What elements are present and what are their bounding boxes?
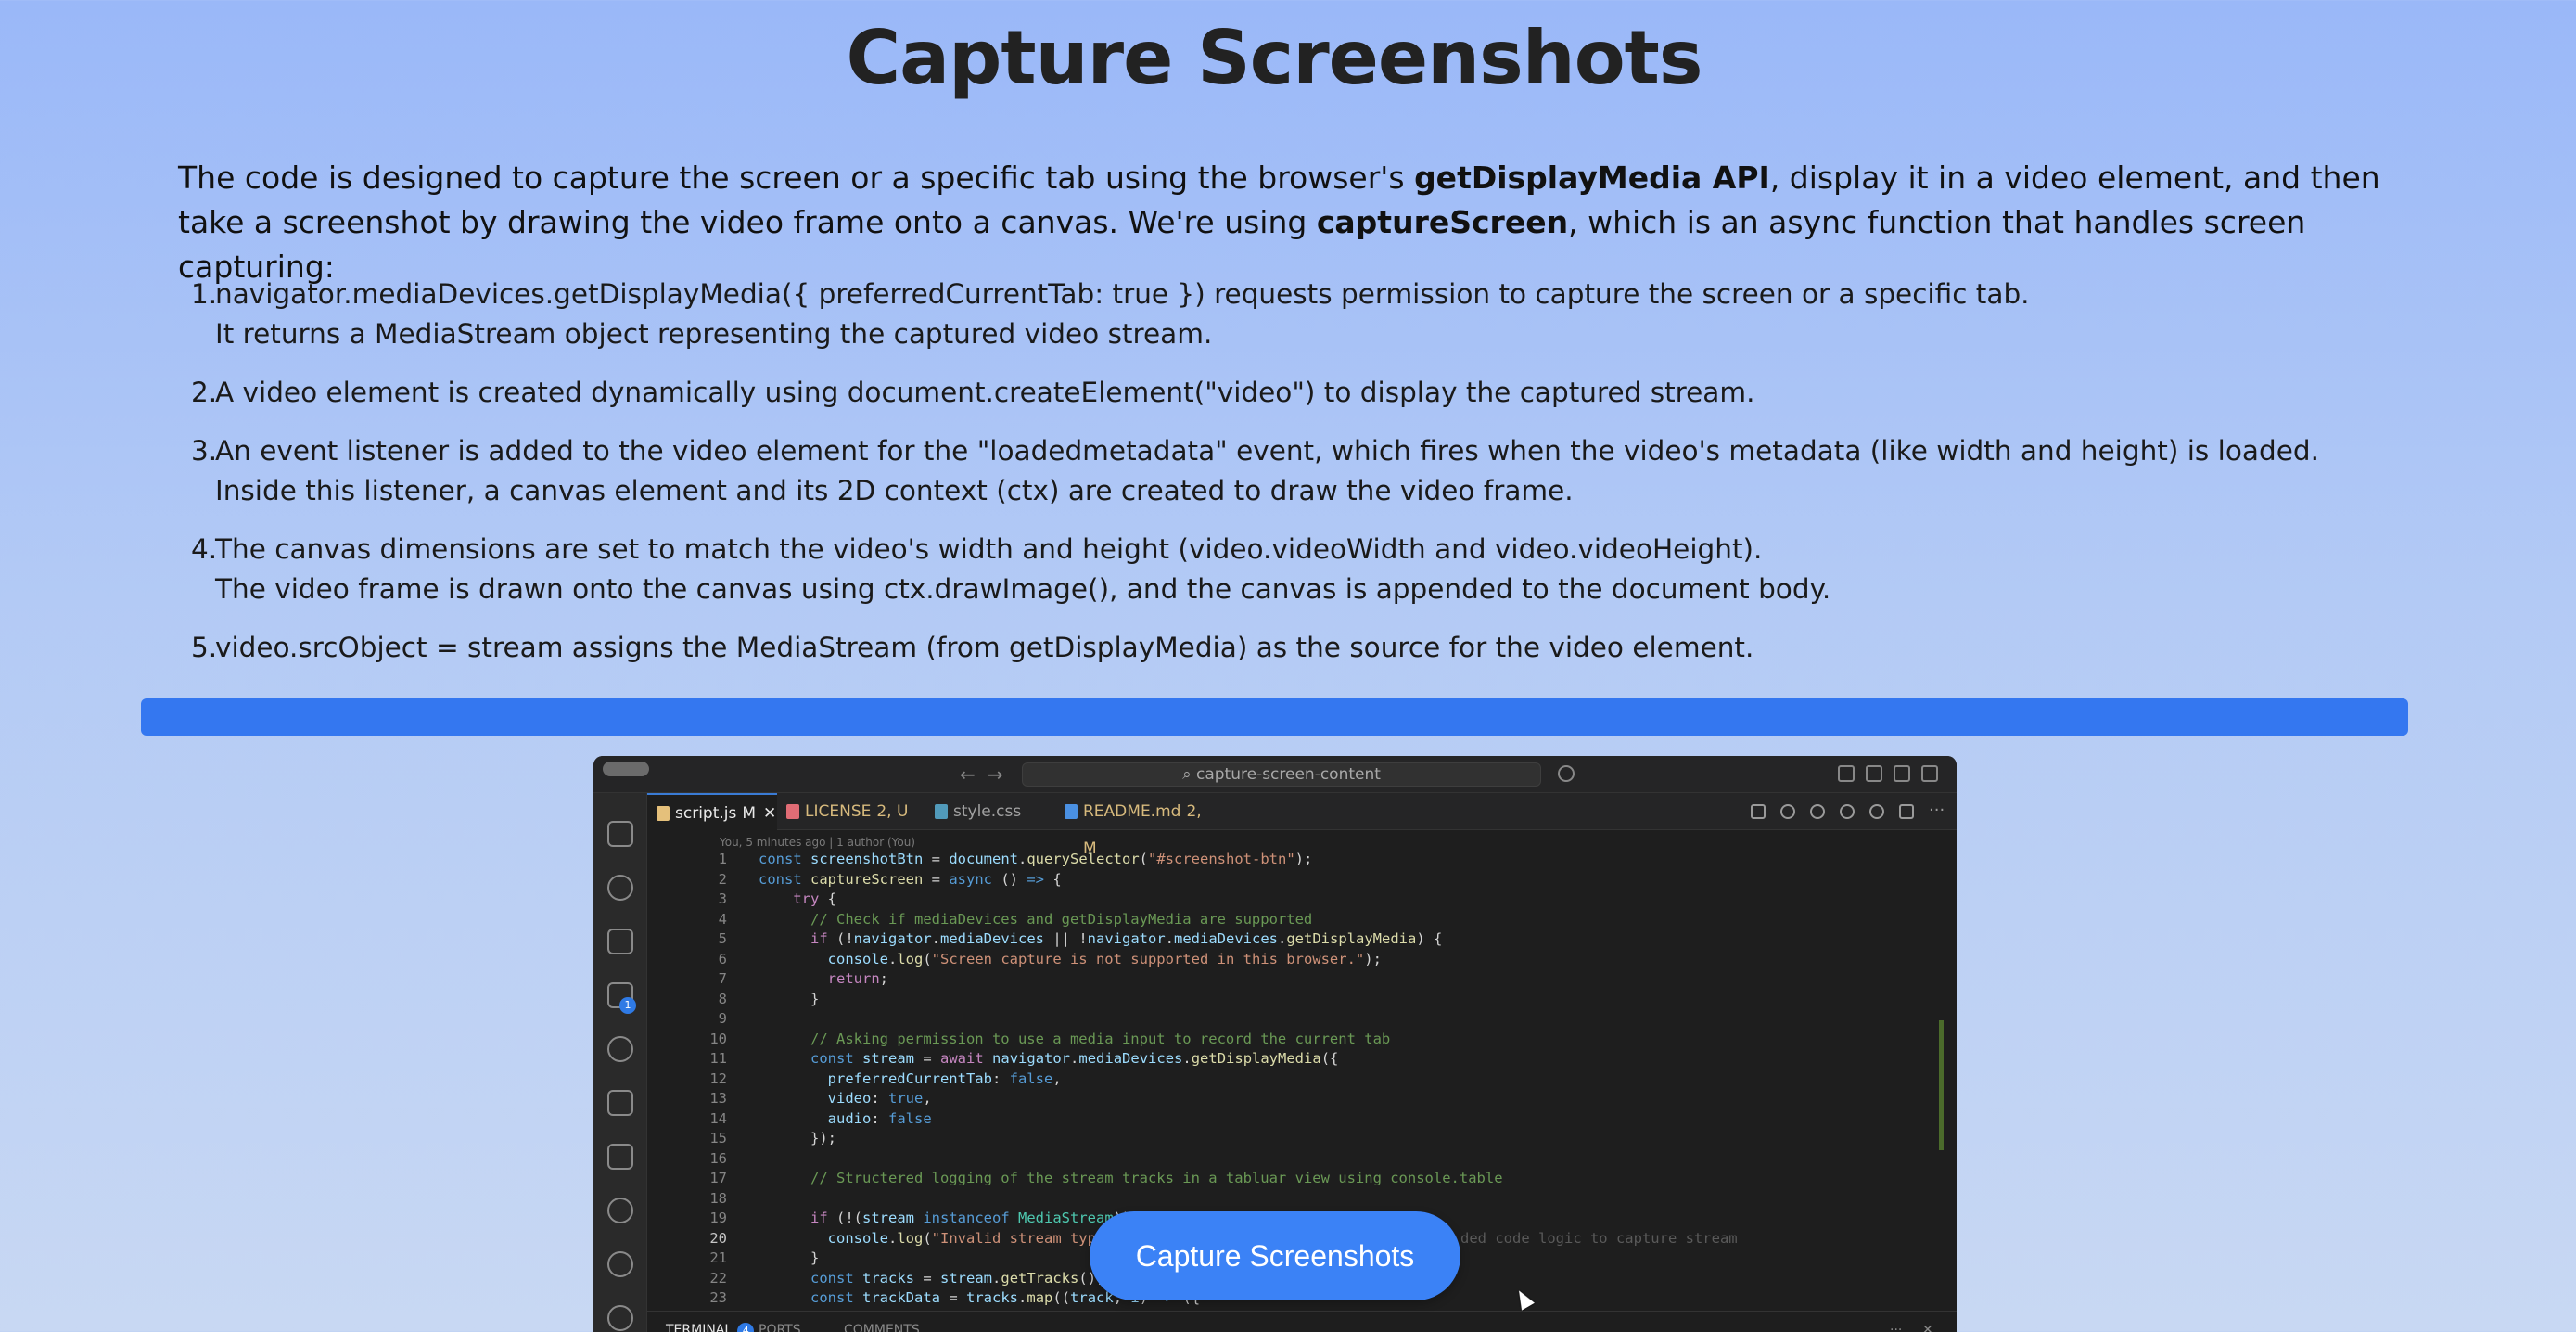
- page-title: Capture Screenshots: [846, 15, 1702, 101]
- file-type-icon: [657, 806, 670, 821]
- tab-comments: COMMENTS: [844, 1323, 920, 1332]
- step-number: 3.: [191, 435, 218, 467]
- terminal-badge: 4: [737, 1323, 755, 1332]
- editor-tab: style.css: [925, 793, 1055, 830]
- file-type-icon: [1065, 804, 1078, 819]
- step-text: An event listener is added to the video …: [215, 435, 2319, 467]
- edge-icon: [607, 1251, 633, 1277]
- step-number: 1.: [191, 278, 218, 310]
- forward-arrow-icon: →: [988, 763, 1003, 786]
- file-type-icon: [786, 804, 799, 819]
- explorer-icon: [607, 821, 633, 847]
- capture-screenshots-button[interactable]: Capture Screenshots: [1090, 1211, 1460, 1300]
- sidebar-toggle-icon: [1866, 765, 1882, 782]
- step-item: 3. An event listener is added to the vide…: [178, 431, 2441, 511]
- more-actions-icon: ···: [1929, 800, 1945, 820]
- extensions-badge: 1: [619, 997, 636, 1014]
- git-graph-icon: [607, 1198, 633, 1223]
- step-item: 2. A video element is created dynamically…: [178, 373, 2441, 413]
- steps-list: 1. navigator.mediaDevices.getDisplayMedia…: [178, 275, 2441, 686]
- intro-bold-capturescreen: captureScreen: [1316, 204, 1569, 240]
- tab-label: style.css: [953, 802, 1022, 821]
- tab-status: M: [742, 804, 757, 823]
- tab-close-icon: ✕: [763, 804, 777, 823]
- step-text: It returns a MediaStream object represen…: [215, 318, 1213, 350]
- tab-ports: PORTS: [759, 1323, 801, 1332]
- step-item: 4. The canvas dimensions are set to match…: [178, 530, 2441, 609]
- editor-tab: script.js M ✕: [647, 793, 777, 830]
- intro-bold-api: getDisplayMedia API: [1414, 160, 1770, 196]
- python-icon: [607, 1090, 633, 1116]
- panel-more-icon: ···: [1890, 1323, 1903, 1332]
- copilot-icon: [1558, 765, 1575, 782]
- compare-icon: [1751, 804, 1766, 819]
- remote-icon: [607, 1036, 633, 1062]
- history-icon: [1780, 804, 1795, 819]
- step-text: Inside this listener, a canvas element a…: [215, 475, 1574, 506]
- previous-change-icon: [1810, 804, 1825, 819]
- panel-tabs: TERMINAL 4 PORTS COMMENTS ··· ✕: [647, 1311, 1957, 1332]
- activity-bar: 1: [593, 793, 647, 1332]
- window-controls-icon: [603, 762, 649, 776]
- editor-tab: LICENSE 2, U: [777, 793, 925, 830]
- step-text: video.srcObject = stream assigns the Med…: [215, 632, 1754, 663]
- git-lens-icon: [1869, 804, 1884, 819]
- step-number: 2.: [191, 377, 218, 408]
- search-icon: [607, 875, 633, 901]
- settings-gear-icon: [607, 1305, 633, 1331]
- step-text: A video element is created dynamically u…: [215, 377, 1755, 408]
- secondary-sidebar-icon: [1921, 765, 1938, 782]
- split-editor-icon: [1899, 804, 1914, 819]
- command-center-search: ⌕ capture-screen-content: [1022, 762, 1541, 787]
- tab-label: LICENSE: [805, 802, 872, 821]
- next-change-icon: [1840, 804, 1855, 819]
- inline-suggestion: ded code logic to capture stream: [1460, 1230, 1738, 1247]
- blame-annotation: You, 5 minutes ago | 1 author (You): [720, 836, 915, 849]
- file-type-icon: [935, 804, 948, 819]
- step-item: 5. video.srcObject = stream assigns the M…: [178, 628, 2441, 668]
- intro-paragraph: The code is designed to capture the scre…: [178, 156, 2404, 289]
- editor-titlebar: ← → ⌕ capture-screen-content: [593, 756, 1957, 793]
- step-text: navigator.mediaDevices.getDisplayMedia({…: [215, 278, 2030, 310]
- docker-icon: [607, 1144, 633, 1170]
- divider-bar: [141, 698, 2408, 736]
- tab-terminal: TERMINAL 4: [666, 1323, 755, 1332]
- editor-tab: README.md 2, M: [1055, 793, 1204, 858]
- scrollbar-change-marker: [1939, 1020, 1944, 1150]
- tab-label: README.md: [1083, 802, 1181, 821]
- step-number: 5.: [191, 632, 218, 663]
- back-arrow-icon: ←: [960, 763, 976, 786]
- step-text: The canvas dimensions are set to match t…: [215, 533, 1763, 565]
- editor-tabs: script.js M ✕ LICENSE 2, Ustyle.css README.md…: [647, 793, 1957, 858]
- layout-icon: [1838, 765, 1855, 782]
- run-debug-icon: [607, 929, 633, 954]
- tab-label: script.js: [675, 804, 737, 823]
- panel-close-icon: ✕: [1922, 1323, 1933, 1332]
- step-item: 1. navigator.mediaDevices.getDisplayMedia…: [178, 275, 2441, 354]
- tab-status: 2, U: [876, 802, 909, 821]
- panel-toggle-icon: [1894, 765, 1910, 782]
- intro-text-1: The code is designed to capture the scre…: [178, 160, 1415, 196]
- step-text: The video frame is drawn onto the canvas…: [215, 573, 1831, 605]
- step-number: 4.: [191, 533, 218, 565]
